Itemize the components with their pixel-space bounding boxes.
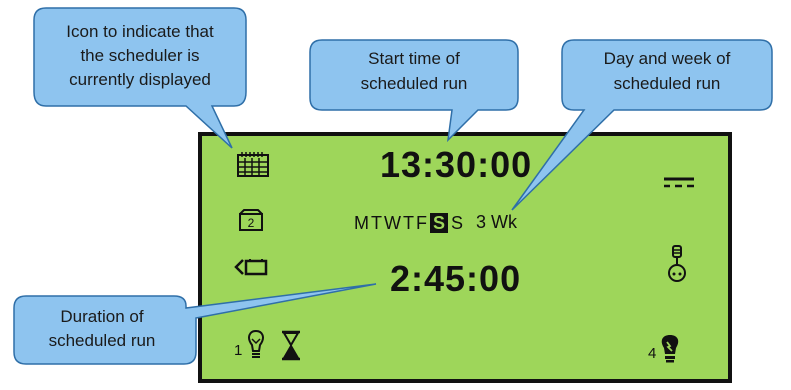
diagram-stage: 13:30:00 2 M T W T F S S 3 Wk 2:45:00 1 … <box>0 0 791 390</box>
callout-icon-line1: Icon to indicate that <box>66 22 214 41</box>
callout-layer: Icon to indicate that the scheduler is c… <box>13 7 773 365</box>
callout-icon-line2: the scheduler is <box>80 46 199 65</box>
callout-day-line1: Day and week of <box>604 49 731 68</box>
callout-day-line2: scheduled run <box>614 74 721 93</box>
callout-icon-line3: currently displayed <box>69 70 211 89</box>
callout-start-line1: Start time of <box>368 49 460 68</box>
callout-duration-line1: Duration of <box>60 307 143 326</box>
callout-duration-line2: scheduled run <box>49 331 156 350</box>
callout-start-line2: scheduled run <box>361 74 468 93</box>
